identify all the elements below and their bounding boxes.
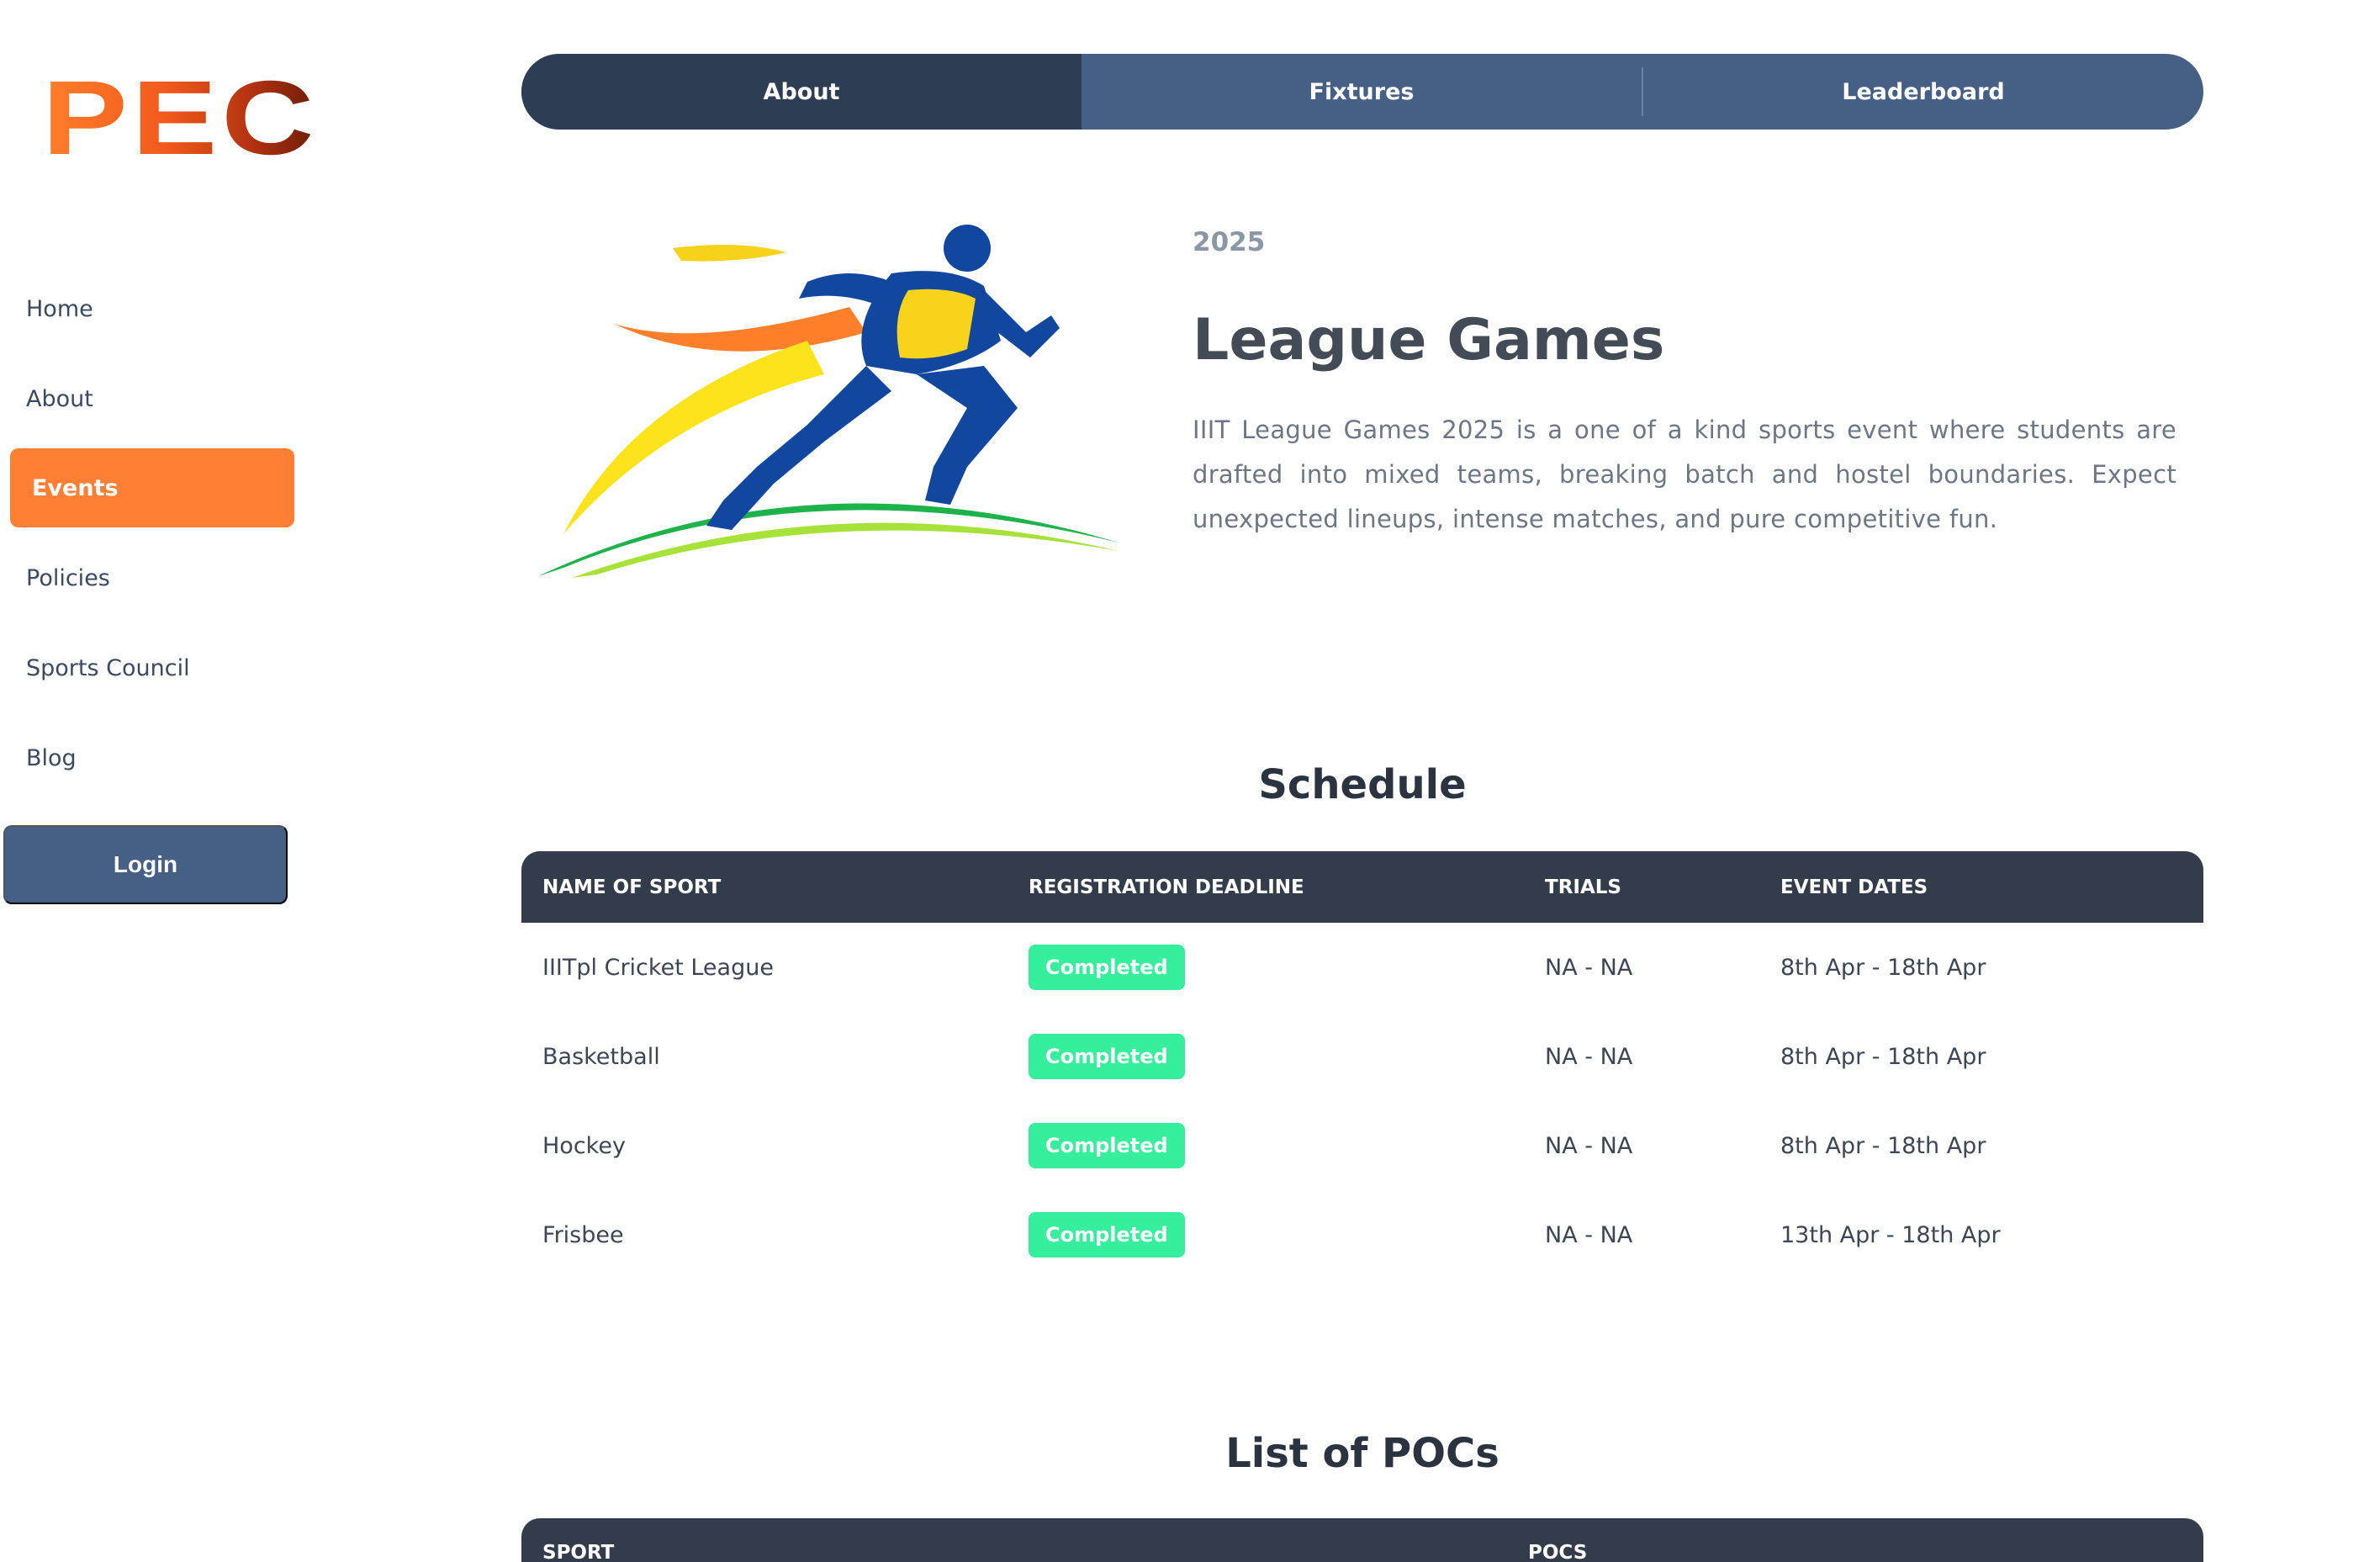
event-title: League Games: [1193, 307, 1665, 373]
sidebar-item-blog[interactable]: Blog: [10, 718, 294, 797]
sport-name: Basketball: [542, 1043, 660, 1070]
event-dates-value: 13th Apr - 18th Apr: [1780, 1221, 2001, 1248]
trials-value: NA - NA: [1545, 1221, 1633, 1248]
schedule-table-header: NAME OF SPORT REGISTRATION DEADLINE TRIA…: [521, 851, 2203, 923]
login-button[interactable]: Login: [3, 825, 288, 904]
column-header-registration: REGISTRATION DEADLINE: [1029, 876, 1304, 898]
trials-value: NA - NA: [1545, 1043, 1633, 1070]
swoosh-yellow: [563, 341, 824, 534]
column-header-pocs: POCS: [1528, 1542, 1588, 1562]
table-row: Frisbee Completed NA - NA 13th Apr - 18t…: [521, 1190, 2203, 1279]
status-badge: Completed: [1029, 945, 1185, 990]
table-row: IIITpl Cricket League Completed NA - NA …: [521, 923, 2203, 1012]
athlete-vest: [896, 289, 976, 359]
status-badge: Completed: [1029, 1212, 1185, 1258]
event-year: 2025: [1193, 227, 1266, 257]
sidebar-item-policies[interactable]: Policies: [10, 538, 294, 617]
event-description: IIIT League Games 2025 is a one of a kin…: [1193, 416, 2176, 533]
running-athlete-illustration: [538, 225, 1119, 578]
column-header-sport: NAME OF SPORT: [542, 876, 722, 898]
sidebar-item-events[interactable]: Events: [10, 448, 294, 527]
sidebar: PEC Home About Events Policies Sports Co…: [0, 0, 314, 1562]
column-header-sport: SPORT: [542, 1542, 615, 1562]
status-badge: Completed: [1029, 1123, 1185, 1168]
sport-name: Frisbee: [542, 1221, 624, 1248]
sidebar-item-home[interactable]: Home: [10, 269, 294, 348]
tab-about[interactable]: About: [521, 54, 1082, 130]
table-row: Basketball Completed NA - NA 8th Apr - 1…: [521, 1012, 2203, 1101]
event-dates-value: 8th Apr - 18th Apr: [1780, 1043, 1986, 1070]
status-badge: Completed: [1029, 1034, 1185, 1079]
trials-value: NA - NA: [1545, 954, 1633, 981]
event-dates-value: 8th Apr - 18th Apr: [1780, 1132, 1986, 1159]
pocs-table-header: SPORT POCS: [521, 1518, 2203, 1562]
sidebar-item-about[interactable]: About: [10, 359, 294, 438]
logo[interactable]: PEC: [42, 66, 318, 171]
tab-fixtures[interactable]: Fixtures: [1082, 54, 1642, 130]
column-header-event-dates: EVENT DATES: [1780, 876, 1928, 898]
pocs-title: List of POCs: [1225, 1430, 1499, 1477]
pocs-table: SPORT POCS: [521, 1518, 2203, 1562]
ground-arc-lime: [572, 522, 1119, 578]
column-header-trials: TRIALS: [1545, 876, 1621, 898]
page: PEC Home About Events Policies Sports Co…: [0, 0, 2380, 1562]
event-dates-value: 8th Apr - 18th Apr: [1780, 954, 1986, 981]
schedule-title: Schedule: [1258, 761, 1467, 808]
tab-leaderboard[interactable]: Leaderboard: [1643, 54, 2203, 130]
sport-name: IIITpl Cricket League: [542, 954, 774, 981]
table-row: Hockey Completed NA - NA 8th Apr - 18th …: [521, 1101, 2203, 1190]
swoosh-orange: [614, 307, 866, 352]
swoosh-yellow-top: [673, 245, 786, 262]
sidebar-item-sports-council[interactable]: Sports Council: [10, 628, 294, 707]
schedule-table: NAME OF SPORT REGISTRATION DEADLINE TRIA…: [521, 851, 2203, 1279]
sport-name: Hockey: [542, 1132, 626, 1159]
event-tabs: About Fixtures Leaderboard: [521, 54, 2203, 130]
trials-value: NA - NA: [1545, 1132, 1633, 1159]
